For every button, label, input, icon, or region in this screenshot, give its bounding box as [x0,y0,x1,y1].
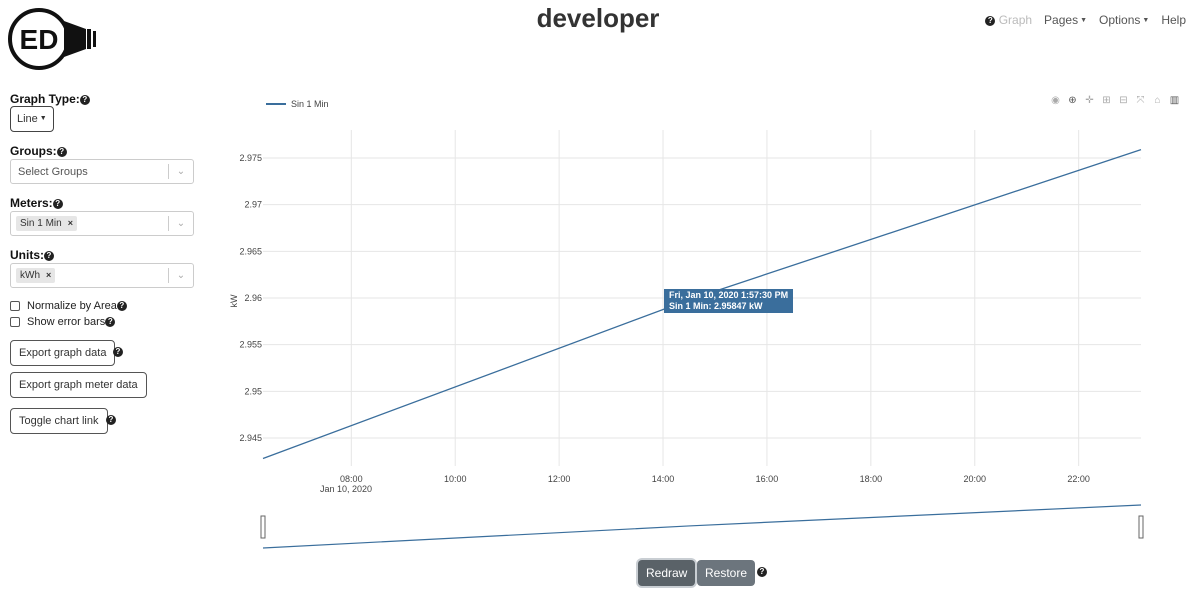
x-tick-label: 12:00 [548,474,571,484]
x-tick-label: 22:00 [1067,474,1090,484]
tooltip-line-2: Sin 1 Min: 2.95847 kW [669,301,763,311]
range-slider[interactable] [263,516,1141,554]
range-handle-left[interactable] [260,515,266,539]
hover-tooltip: Fri, Jan 10, 2020 1:57:30 PM Sin 1 Min: … [664,289,794,313]
help-icon[interactable]: ? [757,567,767,577]
y-axis-label: kW [229,294,239,308]
y-tick-label: 2.95 [244,386,262,396]
restore-button[interactable]: Restore [697,560,756,586]
x-tick-label: 10:00 [444,474,467,484]
range-handle-right[interactable] [1138,515,1144,539]
y-tick-label: 2.955 [239,340,262,350]
x-tick-label: 14:00 [652,474,675,484]
x-axis-ticks: 08:00 10:00 12:00 14:00 16:00 18:00 20:00 22:00 [340,474,1090,484]
y-tick-label: 2.945 [239,433,262,443]
x-tick-label: 08:00 [340,474,363,484]
x-axis-date-label: Jan 10, 2020 [320,484,372,494]
x-tick-label: 16:00 [756,474,779,484]
y-tick-label: 2.97 [244,200,262,210]
y-tick-label: 2.965 [239,246,262,256]
y-tick-label: 2.975 [239,153,262,163]
y-tick-label: 2.96 [244,293,262,303]
y-axis-ticks: 2.945 2.95 2.955 2.96 2.965 2.97 2.975 [239,153,262,443]
x-tick-label: 20:00 [963,474,986,484]
redraw-button[interactable]: Redraw [638,560,696,586]
line-chart[interactable]: 2.945 2.95 2.955 2.96 2.965 2.97 2.975 08:00 10… [0,0,1196,594]
x-tick-label: 18:00 [860,474,883,484]
tooltip-line-1: Fri, Jan 10, 2020 1:57:30 PM [669,290,789,300]
